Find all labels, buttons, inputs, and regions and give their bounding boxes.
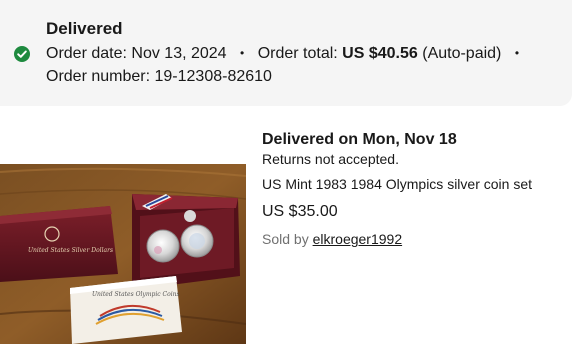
- payment-note: (Auto-paid): [422, 45, 502, 62]
- separator-dot: •: [240, 46, 245, 60]
- order-date: Nov 13, 2024: [131, 45, 227, 62]
- check-circle-icon: [14, 46, 30, 62]
- order-status: Delivered: [46, 19, 123, 38]
- returns-policy: Returns not accepted.: [262, 151, 399, 167]
- sold-by-label: Sold by: [262, 231, 309, 247]
- item-photo[interactable]: United States Silver Dollars United Stat…: [0, 164, 246, 344]
- item-price: US $35.00: [262, 203, 338, 220]
- order-meta-line: Order date: Nov 13, 2024 • Order total: …: [46, 42, 528, 65]
- box-lid-text: United States Silver Dollars: [28, 247, 113, 254]
- order-date-label: Order date:: [46, 45, 127, 62]
- delivery-status: Delivered on Mon, Nov 18: [262, 131, 457, 148]
- order-total-label: Order total:: [257, 45, 338, 62]
- item-photo-image: United States Silver Dollars United Stat…: [0, 164, 246, 344]
- order-total: US $40.56: [342, 45, 418, 62]
- booklet-text: United States Olympic Coins: [92, 291, 180, 298]
- order-number: 19-12308-82610: [154, 68, 272, 85]
- seller-link[interactable]: elkroeger1992: [313, 231, 403, 247]
- order-number-line: Order number: 19-12308-82610: [46, 66, 272, 88]
- separator-dot: •: [514, 46, 520, 60]
- order-summary: Delivered Order date: Nov 13, 2024 • Ord…: [0, 0, 572, 106]
- order-number-label: Order number:: [46, 68, 151, 85]
- item-title[interactable]: US Mint 1983 1984 Olympics silver coin s…: [262, 175, 532, 193]
- order-item-card: United States Silver Dollars United Stat…: [0, 130, 572, 348]
- seller-line: Sold by elkroeger1992: [262, 230, 402, 248]
